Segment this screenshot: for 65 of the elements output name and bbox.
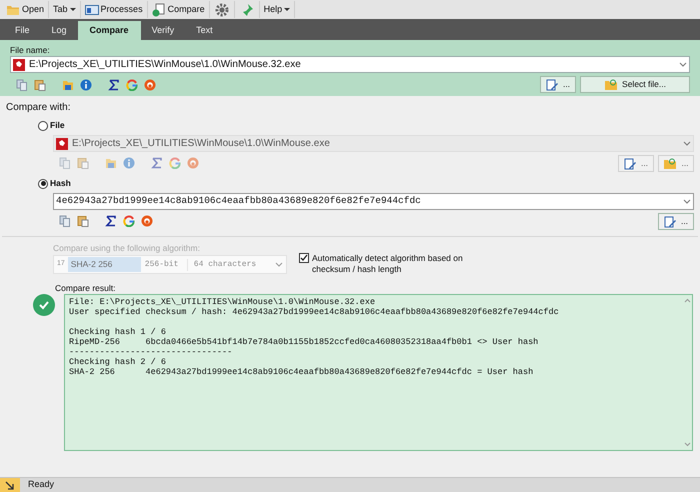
bit-length: 256-bit xyxy=(140,258,188,270)
toolbar-button[interactable]: Compare xyxy=(148,1,210,18)
radio-label: File xyxy=(50,119,65,132)
gear-icon xyxy=(214,2,229,16)
clipboard-icon xyxy=(77,215,89,227)
folder-icon xyxy=(6,4,20,16)
chevron-icon xyxy=(683,198,691,204)
edit-button[interactable]: ... xyxy=(658,213,694,230)
multicolor-ring-icon xyxy=(123,215,135,227)
edit-icon xyxy=(624,158,637,170)
scroll-up-icon[interactable] xyxy=(684,298,690,303)
sigma-icon xyxy=(108,78,120,90)
toolbar-button[interactable]: Help xyxy=(260,1,296,18)
edit-button[interactable]: ... xyxy=(540,76,576,93)
multicolor-ring-icon xyxy=(126,78,138,90)
info-icon xyxy=(80,78,92,90)
edit-button[interactable]: ... xyxy=(618,155,654,172)
radio-button[interactable] xyxy=(38,178,48,188)
radio-label: Hash xyxy=(50,177,71,190)
character-count: 64 characters xyxy=(192,258,258,270)
multicolor-ring-icon xyxy=(169,157,181,169)
folder-icon xyxy=(663,158,678,170)
edit-button[interactable]: ... xyxy=(658,155,694,172)
chevron-icon xyxy=(683,140,691,146)
field-label: Compare using the following algorithm: xyxy=(53,242,201,254)
checkbox-label: Automatically detect algorithm based on checksum / hash length xyxy=(312,253,464,275)
status-text: Ready xyxy=(28,478,54,492)
window-icon xyxy=(84,4,99,16)
select-file-button[interactable]: Select file... xyxy=(580,76,690,93)
scroll-down-icon[interactable] xyxy=(684,442,690,447)
copy-icon xyxy=(59,215,71,227)
tab[interactable]: Compare xyxy=(78,21,141,40)
sigma-icon xyxy=(151,157,163,169)
folder-icon xyxy=(105,157,117,169)
toolbar-button[interactable]: Open xyxy=(2,1,50,18)
toolbar-button[interactable]: Tab xyxy=(49,1,81,18)
tab[interactable]: Verify xyxy=(140,21,186,40)
chevron-icon xyxy=(679,62,687,68)
file-field[interactable]: E:\Projects_XE\_UTILITIES\WinMouse\1.0\WinMouse.exe xyxy=(53,135,694,152)
toolbar-button[interactable]: Processes xyxy=(80,1,148,18)
folder-icon xyxy=(604,78,618,90)
field-label: File name: xyxy=(10,44,51,56)
clipboard-icon xyxy=(77,157,89,169)
edit-icon xyxy=(664,216,677,228)
app-icon xyxy=(56,138,68,150)
app-icon xyxy=(13,58,25,70)
edit-icon xyxy=(546,78,559,90)
radio-button[interactable] xyxy=(38,120,48,130)
info-icon xyxy=(123,157,135,169)
chevron-icon xyxy=(275,262,283,268)
tab[interactable]: File xyxy=(4,21,41,40)
selected-algorithm: SHA-2 256 xyxy=(68,257,141,272)
sigma-icon xyxy=(105,215,117,227)
folder-icon xyxy=(62,78,74,90)
result-text: File: E:\Projects_XE\_UTILITIES\WinMouse\1.0\WinMouse.32.exe User specified checksum / hash: 4e62943a27bd1999ee14c8ab9106c4eaafbb80a43689e820f6e82fe7e944cfdc Checking hash 1 / 6 RipeMD-256 6bcda0466e5b541bf14b7e784a0b1155b1852ccfed0ca46080352318aa4fb0b1 <> User hash -------------------------------- Checking hash 2 / 6 SHA-2 256 4e62943a27bd1999ee14c8ab9106c4eaafbb80a43689e820f6e82fe7e944cfdc = User hash xyxy=(68,296,560,379)
tab[interactable]: Log xyxy=(40,21,78,40)
hash-field[interactable]: 4e62943a27bd1999ee14c8ab9106c4eaafbb80a43689e820f6e82fe7e944cfdc xyxy=(53,193,694,210)
checkbox[interactable] xyxy=(299,253,309,263)
file-name-field[interactable]: E:\Projects_XE\_UTILITIES\WinMouse\1.0\WinMouse.32.exe xyxy=(10,56,690,73)
tab[interactable]: Text xyxy=(185,21,224,40)
clipboard-icon xyxy=(34,78,46,90)
copy-icon xyxy=(16,78,28,90)
section-title: Compare with: xyxy=(6,101,72,114)
field-label: Compare result: xyxy=(55,282,116,293)
copy-icon xyxy=(59,157,71,169)
